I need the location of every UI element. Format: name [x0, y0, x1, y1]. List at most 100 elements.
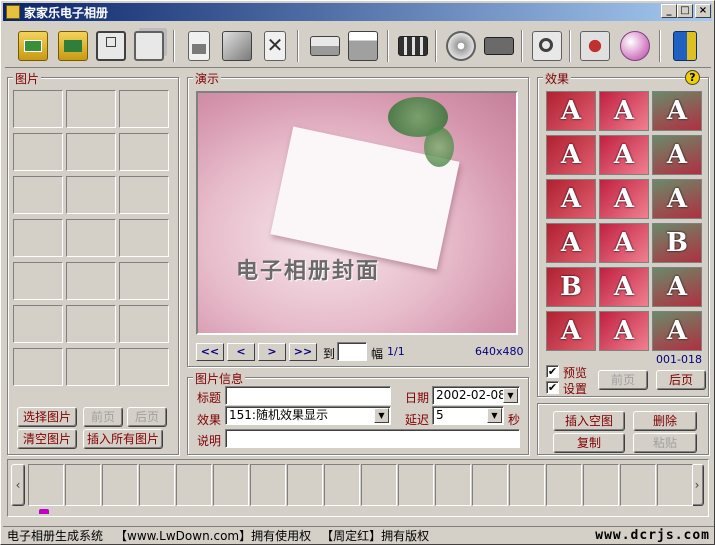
filmstrip-left-arrow[interactable]: ‹ [11, 464, 25, 506]
effect-tile[interactable]: A [652, 311, 702, 351]
filmstrip-icon[interactable] [395, 27, 431, 65]
close-button[interactable]: × [695, 4, 711, 18]
help-icon[interactable]: ? [685, 70, 700, 85]
filmstrip-slot[interactable] [583, 464, 619, 506]
effect-tile[interactable]: A [546, 223, 596, 263]
scanner-icon[interactable] [307, 27, 343, 65]
delete-button[interactable]: 删除 [633, 411, 697, 431]
settings-icon[interactable] [577, 27, 613, 65]
picture-slot[interactable] [13, 133, 63, 171]
filmstrip-slot[interactable] [509, 464, 545, 506]
picture-slot[interactable] [13, 305, 63, 343]
effect-tile[interactable]: A [599, 267, 649, 307]
exit-door-icon[interactable] [667, 27, 703, 65]
filmstrip-slot[interactable] [102, 464, 138, 506]
printer-icon[interactable] [345, 27, 381, 65]
nav-last-button[interactable]: >> [289, 343, 317, 361]
picture-slot[interactable] [66, 90, 116, 128]
picture-slot[interactable] [13, 262, 63, 300]
minimize-button[interactable]: _ [661, 4, 677, 18]
picture-slot[interactable] [119, 348, 169, 386]
picture-slot[interactable] [66, 262, 116, 300]
effect-tile[interactable]: A [546, 91, 596, 131]
clear-pictures-button[interactable]: 清空图片 [17, 429, 77, 449]
maximize-button[interactable]: □ [677, 4, 693, 18]
picture-slot[interactable] [13, 90, 63, 128]
picture-slot[interactable] [66, 133, 116, 171]
chevron-down-icon[interactable]: ▼ [374, 408, 389, 423]
effect-tile[interactable]: A [599, 179, 649, 219]
filmstrip-slot[interactable] [287, 464, 323, 506]
pictures-next-page-button[interactable]: 后页 [127, 407, 167, 427]
nav-next-button[interactable]: > [258, 343, 286, 361]
effect-tile[interactable]: B [652, 223, 702, 263]
effect-tile[interactable]: A [546, 311, 596, 351]
picture-slot[interactable] [13, 348, 63, 386]
effect-tile[interactable]: A [599, 223, 649, 263]
effect-tile[interactable]: B [546, 267, 596, 307]
effect-tile[interactable]: A [546, 135, 596, 175]
filmstrip-slot[interactable] [324, 464, 360, 506]
description-input[interactable] [225, 429, 520, 448]
filmstrip-slot[interactable] [657, 464, 693, 506]
music-cd-icon[interactable] [443, 27, 479, 65]
open-album-icon[interactable] [15, 27, 51, 65]
title-input[interactable] [225, 386, 391, 405]
picture-slot[interactable] [119, 133, 169, 171]
insert-blank-button[interactable]: 插入空图 [553, 411, 625, 431]
picture-slot[interactable] [119, 90, 169, 128]
picture-slot[interactable] [66, 305, 116, 343]
picture-slot[interactable] [119, 176, 169, 214]
picture-slot[interactable] [119, 262, 169, 300]
preview-checkbox[interactable]: ✔ [546, 365, 559, 378]
filmstrip-slot[interactable] [435, 464, 471, 506]
filmstrip-slot[interactable] [213, 464, 249, 506]
filmstrip-slot[interactable] [361, 464, 397, 506]
effect-tile[interactable]: A [599, 135, 649, 175]
delete-icon[interactable]: ✕ [257, 27, 293, 65]
export-icon[interactable] [219, 27, 255, 65]
effect-tile[interactable]: A [652, 91, 702, 131]
effect-tile[interactable]: A [652, 179, 702, 219]
paste-button[interactable]: 粘贴 [633, 433, 697, 453]
picture-slot[interactable] [66, 348, 116, 386]
chevron-down-icon[interactable]: ▼ [487, 408, 502, 423]
settings-checkbox[interactable]: ✔ [546, 381, 559, 394]
effect-tile[interactable]: A [599, 311, 649, 351]
goto-page-input[interactable] [337, 342, 367, 361]
copy-button[interactable]: 复制 [553, 433, 625, 453]
effects-prev-page-button[interactable]: 前页 [598, 370, 648, 390]
picture-slot[interactable] [13, 176, 63, 214]
filmstrip-slot[interactable] [139, 464, 175, 506]
select-pictures-button[interactable]: 选择图片 [17, 407, 77, 427]
video-camera-icon[interactable] [481, 27, 517, 65]
effect-select[interactable]: 151:随机效果显示 ▼ [225, 406, 391, 425]
pictures-prev-page-button[interactable]: 前页 [83, 407, 123, 427]
filmstrip-slot[interactable] [28, 464, 64, 506]
picture-slot[interactable] [66, 176, 116, 214]
filmstrip-slot[interactable] [65, 464, 101, 506]
chevron-down-icon[interactable]: ▼ [503, 388, 518, 403]
effect-tile[interactable]: A [599, 91, 649, 131]
filmstrip-slot[interactable] [250, 464, 286, 506]
filmstrip-slot[interactable] [620, 464, 656, 506]
web-globe-icon[interactable] [617, 27, 653, 65]
nav-first-button[interactable]: << [196, 343, 224, 361]
filmstrip-slot[interactable] [176, 464, 212, 506]
effect-tile[interactable]: A [652, 135, 702, 175]
picture-slot[interactable] [13, 219, 63, 257]
save-icon[interactable] [93, 27, 129, 65]
new-page-icon[interactable] [181, 27, 217, 65]
save-as-icon[interactable] [131, 27, 167, 65]
effects-next-page-button[interactable]: 后页 [656, 370, 706, 390]
filmstrip-slot[interactable] [546, 464, 582, 506]
filmstrip-slot[interactable] [472, 464, 508, 506]
picture-slot[interactable] [119, 219, 169, 257]
date-picker[interactable]: 2002-02-08 ▼ [432, 386, 520, 405]
nav-prev-button[interactable]: < [227, 343, 255, 361]
picture-slot[interactable] [66, 219, 116, 257]
filmstrip-slot[interactable] [398, 464, 434, 506]
photo-preview-icon[interactable] [529, 27, 565, 65]
delay-select[interactable]: 5 ▼ [432, 406, 504, 425]
insert-all-pictures-button[interactable]: 插入所有图片 [83, 429, 163, 449]
